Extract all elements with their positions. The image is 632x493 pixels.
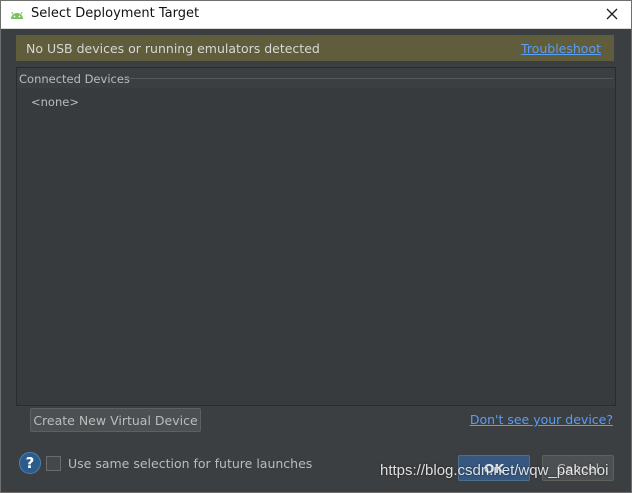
cancel-button[interactable]: Cancel: [542, 455, 614, 481]
create-virtual-device-button[interactable]: Create New Virtual Device: [30, 408, 201, 432]
help-icon[interactable]: ?: [19, 452, 41, 474]
empty-device-text: <none>: [31, 95, 79, 109]
ok-button[interactable]: OK: [458, 455, 530, 481]
remember-selection-label: Use same selection for future launches: [68, 456, 313, 471]
connected-devices-panel: Connected Devices <none>: [16, 67, 616, 406]
troubleshoot-link[interactable]: Troubleshoot: [521, 41, 601, 56]
title-bar: Select Deployment Target: [1, 1, 631, 29]
warning-banner: No USB devices or running emulators dete…: [16, 35, 614, 61]
banner-message: No USB devices or running emulators dete…: [26, 41, 320, 56]
dialog-title: Select Deployment Target: [31, 6, 200, 21]
dialog-window: Select Deployment Target No USB devices …: [0, 0, 632, 493]
android-icon: [11, 11, 23, 19]
dont-see-device-link[interactable]: Don't see your device?: [470, 412, 613, 427]
close-icon: [606, 8, 618, 20]
device-list[interactable]: <none>: [17, 88, 615, 405]
close-button[interactable]: [601, 3, 623, 25]
remember-selection-checkbox[interactable]: [46, 456, 61, 471]
section-divider: [124, 78, 613, 79]
section-label: Connected Devices: [19, 72, 130, 86]
